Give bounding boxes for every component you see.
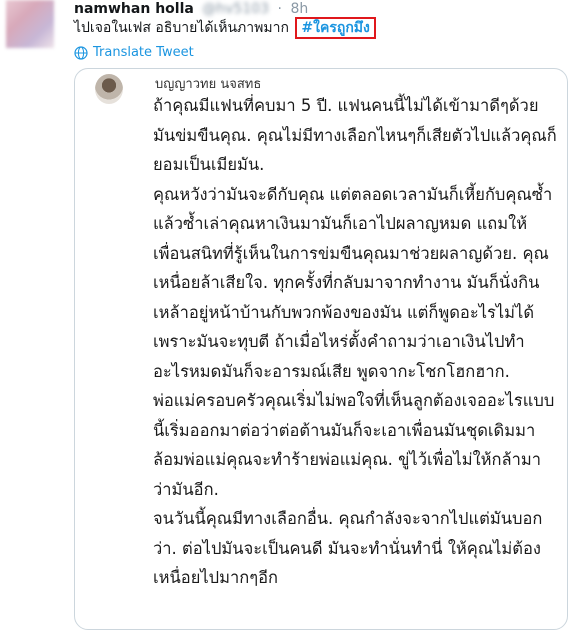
media-paragraph: พ่อแม่ครอบครัวคุณเริ่มไม่พอใจที่เห็นลูกต… <box>153 391 555 499</box>
user-avatar[interactable] <box>6 0 54 48</box>
tweet-body: ไปเจอในเฟส อธิบายได้เห็นภาพมาก <box>74 20 289 36</box>
tweet-media-image[interactable]: บญญาวทย นจสทธ ถ้าคุณมีแฟนที่คบมา 5 ปี. แ… <box>74 68 568 630</box>
hashtag-link[interactable]: #ใครถูกมึง <box>295 17 376 39</box>
media-paragraph: คุณหวังว่ามันจะดีกับคุณ แต่ตลอดเวลามันก็… <box>153 184 553 381</box>
separator-dot: · <box>277 1 282 17</box>
tweet-text: ไปเจอในเฟส อธิบายได้เห็นภาพมาก #ใครถูกมึ… <box>74 17 376 39</box>
tweet[interactable]: namwhan holla @hv5103 · 8h ไปเจอในเฟส อธ… <box>0 0 575 630</box>
globe-icon <box>74 45 88 60</box>
media-author-avatar <box>95 74 123 104</box>
tweet-time[interactable]: 8h <box>290 1 308 17</box>
media-paragraph: ถ้าคุณมีแฟนที่คบมา 5 ปี. แฟนคนนี้ไม่ได้เ… <box>153 96 557 174</box>
media-text: ถ้าคุณมีแฟนที่คบมา 5 ปี. แฟนคนนี้ไม่ได้เ… <box>153 91 558 593</box>
user-name[interactable]: namwhan holla <box>74 1 194 17</box>
tweet-header: namwhan holla @hv5103 · 8h <box>74 0 308 18</box>
user-handle[interactable]: @hv5103 <box>202 1 269 17</box>
media-paragraph: จนวันนี้คุณมีทางเลือกอื่น. คุณกำลังจะจาก… <box>153 509 543 587</box>
translate-label: Translate Tweet <box>93 45 194 60</box>
translate-tweet-button[interactable]: Translate Tweet <box>74 45 194 60</box>
